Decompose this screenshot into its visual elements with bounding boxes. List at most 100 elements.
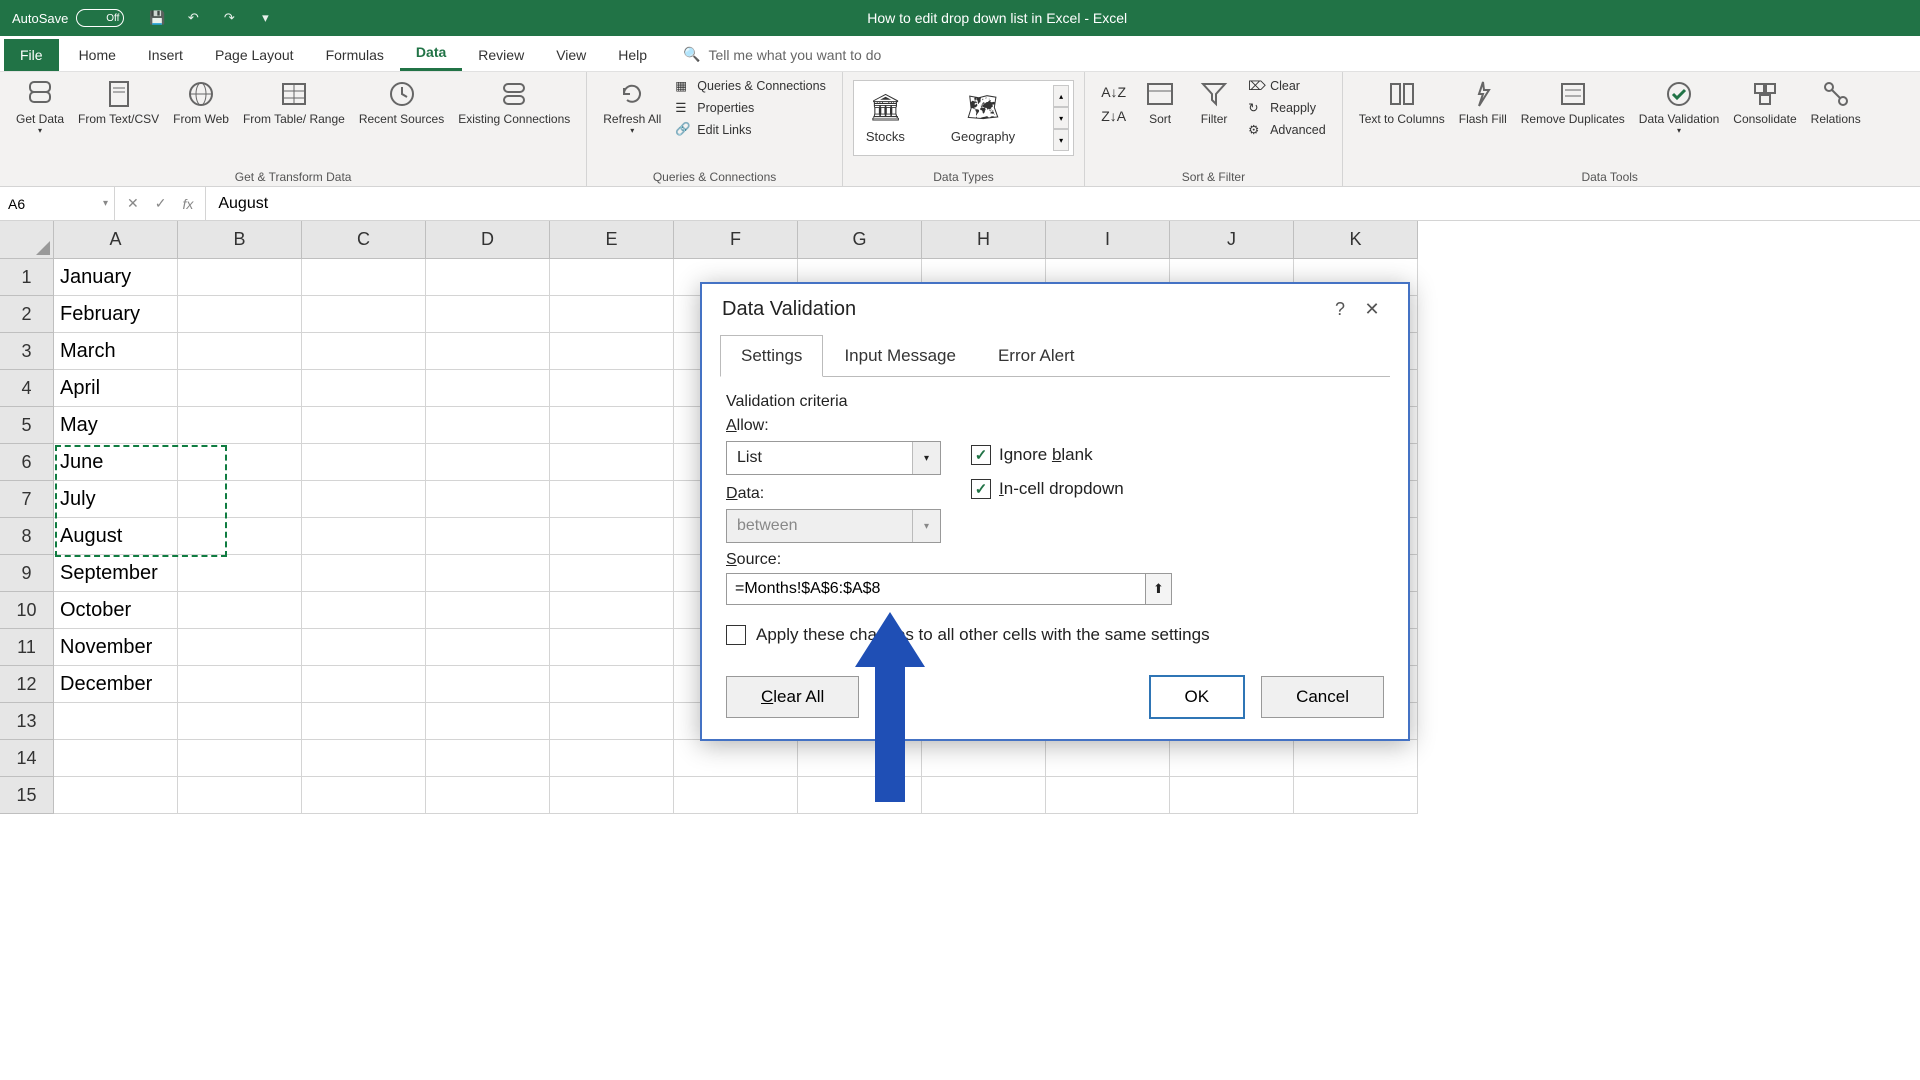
- cell[interactable]: [1170, 777, 1294, 814]
- queries-connections-button[interactable]: ▦Queries & Connections: [669, 76, 832, 96]
- cell[interactable]: [426, 296, 550, 333]
- cell[interactable]: [550, 592, 674, 629]
- cell[interactable]: [922, 740, 1046, 777]
- cell[interactable]: [550, 481, 674, 518]
- recent-sources-button[interactable]: Recent Sources: [353, 76, 450, 128]
- cell[interactable]: [302, 592, 426, 629]
- stocks-item[interactable]: 🏛Stocks: [858, 88, 913, 148]
- from-web-button[interactable]: From Web: [167, 76, 235, 128]
- cell[interactable]: [178, 555, 302, 592]
- tab-data[interactable]: Data: [400, 36, 462, 71]
- data-types-gallery[interactable]: 🏛Stocks 🗺Geography ▴▾▾: [853, 80, 1074, 156]
- cell[interactable]: [178, 518, 302, 555]
- column-header[interactable]: E: [550, 221, 674, 259]
- cell[interactable]: [178, 666, 302, 703]
- from-table-range-button[interactable]: From Table/ Range: [237, 76, 351, 128]
- apply-changes-checkbox[interactable]: [726, 625, 746, 645]
- cell[interactable]: March: [54, 333, 178, 370]
- row-header[interactable]: 1: [0, 259, 54, 296]
- get-data-button[interactable]: Get Data▾: [10, 76, 70, 138]
- column-header[interactable]: A: [54, 221, 178, 259]
- row-header[interactable]: 12: [0, 666, 54, 703]
- tab-insert[interactable]: Insert: [132, 39, 199, 71]
- column-header[interactable]: J: [1170, 221, 1294, 259]
- ignore-blank-checkbox[interactable]: ✓Ignore blank: [971, 445, 1124, 465]
- cell[interactable]: [178, 333, 302, 370]
- properties-button[interactable]: ☰Properties: [669, 98, 832, 118]
- sort-button[interactable]: Sort: [1134, 76, 1186, 128]
- cell[interactable]: [426, 592, 550, 629]
- column-header[interactable]: F: [674, 221, 798, 259]
- clear-filter-button[interactable]: ⌦Clear: [1242, 76, 1332, 96]
- cell[interactable]: [550, 666, 674, 703]
- cell[interactable]: [550, 259, 674, 296]
- customize-qa-icon[interactable]: ▾: [256, 9, 274, 27]
- cell[interactable]: [302, 259, 426, 296]
- cell[interactable]: May: [54, 407, 178, 444]
- column-header[interactable]: K: [1294, 221, 1418, 259]
- cell[interactable]: [302, 518, 426, 555]
- column-header[interactable]: I: [1046, 221, 1170, 259]
- flash-fill-button[interactable]: Flash Fill: [1453, 76, 1513, 128]
- allow-select[interactable]: List▾: [726, 441, 941, 475]
- row-header[interactable]: 15: [0, 777, 54, 814]
- cell[interactable]: [178, 592, 302, 629]
- cell[interactable]: [302, 740, 426, 777]
- cell[interactable]: [302, 481, 426, 518]
- cell[interactable]: September: [54, 555, 178, 592]
- gallery-scroll[interactable]: ▴▾▾: [1053, 85, 1069, 151]
- cell[interactable]: [302, 296, 426, 333]
- tab-view[interactable]: View: [540, 39, 602, 71]
- redo-icon[interactable]: ↷: [220, 9, 238, 27]
- cell[interactable]: [426, 703, 550, 740]
- cancel-formula-icon[interactable]: ✕: [127, 195, 139, 212]
- tab-page-layout[interactable]: Page Layout: [199, 39, 310, 71]
- cell[interactable]: [550, 555, 674, 592]
- from-text-csv-button[interactable]: From Text/CSV: [72, 76, 165, 128]
- dialog-help-icon[interactable]: ?: [1324, 299, 1356, 320]
- tab-home[interactable]: Home: [63, 39, 132, 71]
- cell[interactable]: [54, 777, 178, 814]
- cell[interactable]: [426, 259, 550, 296]
- edit-links-button[interactable]: 🔗Edit Links: [669, 120, 832, 140]
- cell[interactable]: [178, 629, 302, 666]
- cell[interactable]: [178, 481, 302, 518]
- cell[interactable]: [1294, 740, 1418, 777]
- save-icon[interactable]: 💾: [148, 9, 166, 27]
- collapse-dialog-icon[interactable]: ⬆: [1146, 573, 1172, 605]
- formula-input[interactable]: August: [206, 187, 1920, 220]
- incell-dropdown-checkbox[interactable]: ✓In-cell dropdown: [971, 479, 1124, 499]
- text-to-columns-button[interactable]: Text to Columns: [1353, 76, 1451, 128]
- cell[interactable]: [426, 333, 550, 370]
- geography-item[interactable]: 🗺Geography: [943, 88, 1023, 148]
- autosave-switch[interactable]: Off: [76, 9, 124, 27]
- enter-formula-icon[interactable]: ✓: [155, 195, 167, 212]
- dialog-tab-settings[interactable]: Settings: [720, 335, 823, 377]
- row-header[interactable]: 8: [0, 518, 54, 555]
- cancel-button[interactable]: Cancel: [1261, 676, 1384, 718]
- cell[interactable]: [426, 555, 550, 592]
- dialog-tab-error-alert[interactable]: Error Alert: [977, 335, 1096, 377]
- clear-all-button[interactable]: Clear All: [726, 676, 859, 718]
- row-header[interactable]: 10: [0, 592, 54, 629]
- tab-help[interactable]: Help: [602, 39, 663, 71]
- data-validation-button[interactable]: Data Validation▾: [1633, 76, 1726, 138]
- cell[interactable]: [178, 296, 302, 333]
- cell[interactable]: April: [54, 370, 178, 407]
- cell[interactable]: [922, 777, 1046, 814]
- column-header[interactable]: B: [178, 221, 302, 259]
- cell[interactable]: [550, 296, 674, 333]
- cell[interactable]: [302, 407, 426, 444]
- tab-review[interactable]: Review: [462, 39, 540, 71]
- consolidate-button[interactable]: Consolidate: [1727, 76, 1802, 128]
- cell[interactable]: June: [54, 444, 178, 481]
- ok-button[interactable]: OK: [1149, 675, 1246, 719]
- cell[interactable]: [178, 407, 302, 444]
- cell[interactable]: [550, 777, 674, 814]
- cell[interactable]: August: [54, 518, 178, 555]
- cell[interactable]: [550, 407, 674, 444]
- cell[interactable]: July: [54, 481, 178, 518]
- cell[interactable]: [426, 666, 550, 703]
- tell-me-search[interactable]: 🔍 Tell me what you want to do: [683, 38, 881, 71]
- cell[interactable]: [54, 703, 178, 740]
